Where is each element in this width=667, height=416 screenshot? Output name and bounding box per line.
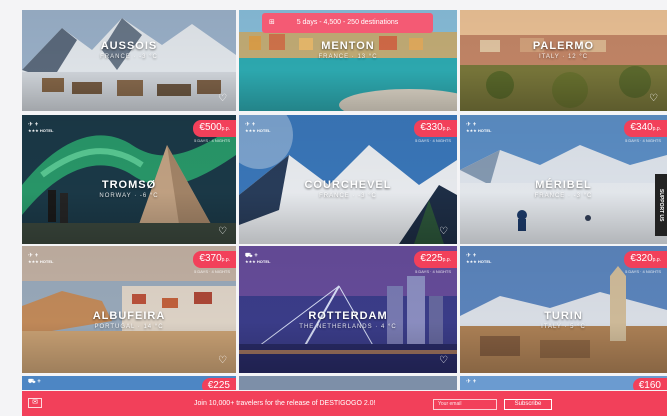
email-input[interactable]: Your email xyxy=(433,399,497,410)
price-tag: €320p.p. xyxy=(624,251,667,268)
destination-card[interactable]: ✈ + €160 xyxy=(460,376,667,390)
price-tag: €225p.p. xyxy=(414,251,457,268)
price-tag: €160 xyxy=(632,378,667,390)
price-tag: €500p.p. xyxy=(193,120,236,137)
email-icon: ✉ xyxy=(28,398,42,408)
trip-length: 5 DAYS · 4 NIGHTS xyxy=(625,138,661,143)
price-tag: €340p.p. xyxy=(624,120,667,137)
destination-card[interactable]: ⛟ + €225 xyxy=(22,376,236,390)
city-subtitle: FRANCE · 13 °C xyxy=(318,54,378,60)
destination-card[interactable]: AUSSOIS FRANCE · -3 °C ♡ xyxy=(22,10,236,111)
city-name: PALERMO xyxy=(532,40,595,52)
city-subtitle: FRANCE · -3 °C xyxy=(534,193,593,199)
city-name: COURCHEVEL xyxy=(304,179,392,191)
price-tag: €330p.p. xyxy=(414,120,457,137)
city-subtitle: FRANCE · -3 °C xyxy=(100,54,158,60)
destination-card[interactable]: ⛟ + ★★★ HOTEL €225p.p. 5 DAYS · 4 NIGHTS… xyxy=(239,246,457,373)
price-tag: €370p.p. xyxy=(193,251,236,268)
heart-icon[interactable]: ♡ xyxy=(439,227,448,237)
promo-text: 5 days - 4,500 - 250 destinations xyxy=(296,19,399,26)
plane-icon: ✈ xyxy=(466,379,472,385)
trip-length: 5 DAYS · 4 NIGHTS xyxy=(194,138,230,143)
transport-badge: ✈ + ★★★ HOTEL xyxy=(466,122,492,133)
city-subtitle: ITALY · 5 °C xyxy=(541,324,586,330)
trip-length: 5 DAYS · 4 NIGHTS xyxy=(194,269,230,274)
destination-card[interactable]: PALERMO ITALY · 12 °C ♡ xyxy=(460,10,667,111)
destination-grid: AUSSOIS FRANCE · -3 °C ♡ MENTON FRANCE ·… xyxy=(22,10,667,390)
destination-card[interactable]: ✈ + ★★★ HOTEL €370p.p. 5 DAYS · 4 NIGHTS… xyxy=(22,246,236,373)
subscribe-button[interactable]: Subscribe xyxy=(504,399,552,410)
city-subtitle: FRANCE · -3 °C xyxy=(319,193,377,199)
newsletter-message: Join 10,000+ travelers for the release o… xyxy=(194,400,376,407)
city-subtitle: THE NETHERLANDS · 4 °C xyxy=(299,324,397,330)
destination-card[interactable]: ✈ + ★★★ HOTEL €500p.p. 5 DAYS · 4 NIGHTS… xyxy=(22,115,236,244)
price-tag: €225 xyxy=(201,378,236,390)
heart-icon[interactable]: ♡ xyxy=(649,94,658,104)
city-subtitle: ITALY · 12 °C xyxy=(538,54,589,60)
transport-badge: ⛟ + ★★★ HOTEL xyxy=(245,253,271,264)
newsletter-bar: ✉ Join 10,000+ travelers for the release… xyxy=(22,391,667,416)
transport-badge: ✈ + xyxy=(466,379,477,385)
destination-card[interactable]: ✈ + ★★★ HOTEL €320p.p. 5 DAYS · 4 NIGHTS… xyxy=(460,246,667,373)
transport-badge: ✈ + ★★★ HOTEL xyxy=(28,122,54,133)
transport-badge: ✈ + ★★★ HOTEL xyxy=(28,253,54,264)
promo-banner[interactable]: ⊞ 5 days - 4,500 - 250 destinations xyxy=(262,13,433,33)
city-name: AUSSOIS xyxy=(100,40,158,52)
heart-icon[interactable]: ♡ xyxy=(218,356,227,366)
destination-card[interactable]: ✈ + ★★★ HOTEL €340p.p. 5 DAYS · 4 NIGHTS… xyxy=(460,115,667,244)
heart-icon[interactable]: ♡ xyxy=(218,227,227,237)
trip-length: 5 DAYS · 4 NIGHTS xyxy=(625,269,661,274)
car-icon: ⛟ xyxy=(28,379,36,385)
calendar-icon: ⊞ xyxy=(269,19,275,26)
city-name: MÉRIBEL xyxy=(535,179,592,191)
city-name: TROMSØ xyxy=(101,179,157,191)
transport-badge: ⛟ + xyxy=(28,379,41,385)
heart-icon[interactable]: ♡ xyxy=(439,356,448,366)
city-name: TURIN xyxy=(544,310,583,322)
trip-length: 5 DAYS · 4 NIGHTS xyxy=(415,269,451,274)
city-subtitle: NORWAY · -6 °C xyxy=(99,193,159,199)
trip-length: 5 DAYS · 4 NIGHTS xyxy=(415,138,451,143)
city-subtitle: PORTUGAL · 14 °C xyxy=(94,324,164,330)
heart-icon[interactable]: ♡ xyxy=(218,94,227,104)
destination-card[interactable]: ✈ + ★★★ HOTEL €330p.p. 5 DAYS · 4 NIGHTS… xyxy=(239,115,457,244)
city-name: ALBUFEIRA xyxy=(92,310,166,322)
city-name: ROTTERDAM xyxy=(308,310,388,322)
transport-badge: ✈ + ★★★ HOTEL xyxy=(466,253,492,264)
transport-badge: ✈ + ★★★ HOTEL xyxy=(245,122,271,133)
destination-card[interactable] xyxy=(239,376,457,390)
support-us-tab[interactable]: SUPPORT US xyxy=(655,174,667,236)
city-name: MENTON xyxy=(321,40,375,52)
